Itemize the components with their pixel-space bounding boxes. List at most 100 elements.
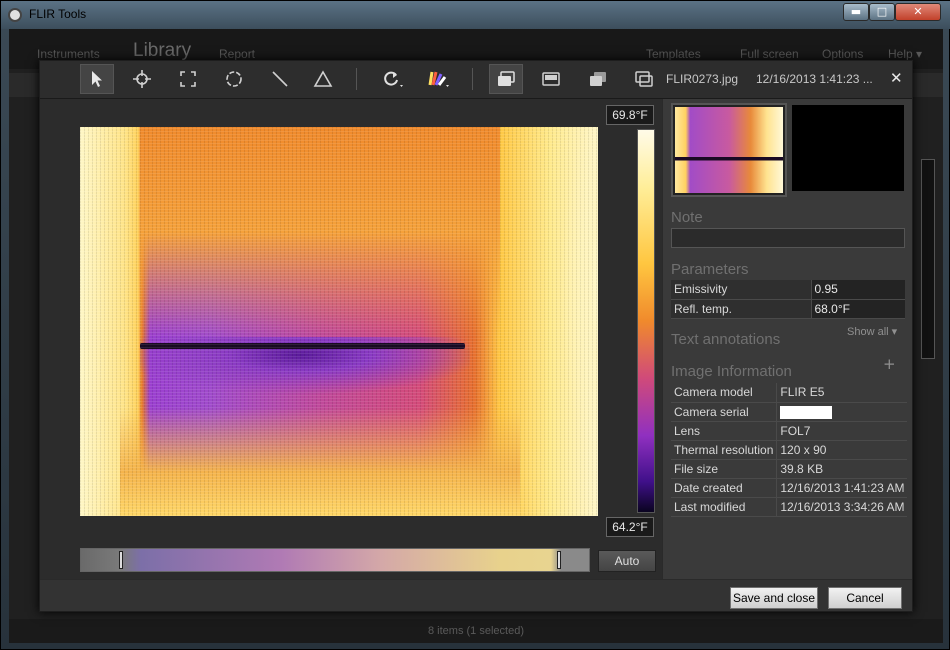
info-value: FOL7	[776, 421, 908, 441]
info-label: File size	[671, 459, 777, 479]
info-value: FLIR E5	[776, 383, 908, 403]
circle-area-icon	[226, 71, 242, 87]
select-arrow-button[interactable]	[80, 64, 114, 94]
table-row: File size 39.8 KB	[671, 459, 908, 479]
info-label: Thermal resolution	[671, 440, 777, 460]
pip-view-icon	[635, 71, 653, 87]
info-label: Last modified	[671, 497, 777, 517]
table-row: Camera model FLIR E5	[671, 383, 908, 403]
table-row: Date created 12/16/2013 1:41:23 AM	[671, 478, 908, 498]
toolbar-separator	[356, 68, 357, 90]
palette-button[interactable]	[422, 64, 456, 94]
view-visual-button[interactable]	[534, 64, 568, 94]
view-pip-button[interactable]	[627, 64, 661, 94]
note-title: Note	[671, 209, 703, 226]
flir-logo-icon	[8, 8, 22, 22]
max-temperature-label[interactable]: 69.8°F	[606, 105, 654, 125]
info-value: 39.8 KB	[776, 459, 908, 479]
temperature-scale-bar	[637, 129, 655, 513]
image-area: 69.8°F 64.2°F Auto	[40, 99, 662, 579]
info-label: Lens	[671, 421, 777, 441]
ir-thumbnail[interactable]	[671, 103, 787, 197]
add-annotation-icon[interactable]: +	[883, 355, 896, 373]
table-row: Camera serial	[671, 402, 908, 422]
view-ir-button[interactable]	[489, 64, 523, 94]
param-label: Refl. temp.	[671, 299, 811, 319]
editor-toolbar: FLIR0273.jpg 12/16/2013 1:41:23 ... ✕	[40, 61, 912, 99]
menu-templates[interactable]: Templates	[646, 47, 701, 61]
maximize-button[interactable]: □	[869, 3, 895, 21]
toolbar-separator	[472, 68, 473, 90]
file-name: FLIR0273.jpg	[666, 72, 739, 86]
spot-meter-button[interactable]	[125, 64, 159, 94]
info-value: 120 x 90	[776, 440, 908, 460]
table-row: Thermal resolution 120 x 90	[671, 440, 908, 460]
app-window: FLIR Tools ▬ □ ✕ Instruments Library Rep…	[0, 0, 950, 650]
crosshair-icon	[133, 70, 151, 88]
min-temperature-label[interactable]: 64.2°F	[606, 517, 654, 537]
histogram-range[interactable]	[80, 548, 590, 572]
menu-help[interactable]: Help ▾	[888, 47, 922, 61]
tab-library[interactable]: Library	[133, 40, 191, 62]
thermal-image[interactable]	[80, 127, 598, 516]
status-bar: 8 items (1 selected)	[9, 619, 943, 643]
histogram-right-handle[interactable]	[557, 551, 561, 569]
rotate-button[interactable]	[376, 64, 410, 94]
emissivity-field[interactable]: 0.95	[810, 280, 905, 300]
side-panel: Note Parameters Emissivity 0.95 Refl. te…	[662, 99, 912, 579]
table-row: Lens FOL7	[671, 421, 908, 441]
line-icon	[272, 71, 288, 87]
msx-view-icon	[590, 72, 606, 86]
info-label: Camera serial	[671, 402, 777, 422]
text-annotations-title: Text annotations	[671, 331, 781, 348]
show-all-button[interactable]: Show all ▾	[847, 325, 897, 338]
image-info-table: Camera model FLIR E5 Camera serial Lens FO…	[671, 383, 908, 517]
triangle-icon	[313, 70, 333, 87]
table-row: Refl. temp. 68.0°F	[671, 299, 905, 319]
table-row: Last modified 12/16/2013 3:34:26 AM	[671, 497, 908, 517]
info-label: Date created	[671, 478, 777, 498]
table-row: Emissivity 0.95	[671, 280, 905, 300]
close-dialog-button[interactable]: ✕	[890, 69, 903, 87]
visual-view-icon	[542, 72, 560, 86]
delta-button[interactable]	[306, 64, 340, 94]
info-value: 12/16/2013 1:41:23 AM	[776, 478, 908, 498]
save-and-close-button[interactable]: Save and close	[730, 587, 818, 609]
menu-fullscreen[interactable]: Full screen	[740, 47, 799, 61]
thumbnail-image	[675, 107, 783, 193]
parameters-table: Emissivity 0.95 Refl. temp. 68.0°F	[671, 280, 905, 319]
window-title: FLIR Tools	[29, 7, 87, 21]
image-info-title: Image Information	[671, 363, 792, 380]
tab-instruments[interactable]: Instruments	[37, 47, 100, 61]
title-bar: FLIR Tools ▬ □ ✕	[1, 1, 950, 29]
file-date: 12/16/2013 1:41:23 ...	[756, 72, 873, 86]
info-value	[776, 402, 908, 422]
view-msx-button[interactable]	[581, 64, 615, 94]
thermal-noise	[80, 127, 598, 516]
image-editor-dialog: FLIR0273.jpg 12/16/2013 1:41:23 ... ✕ 69…	[39, 60, 913, 612]
refl-temp-field[interactable]: 68.0°F	[810, 299, 905, 319]
background-scale	[921, 159, 935, 359]
dialog-footer: Save and close Cancel	[40, 579, 912, 611]
box-area-button[interactable]	[171, 64, 205, 94]
parameters-title: Parameters	[671, 261, 749, 278]
tab-report[interactable]: Report	[219, 47, 255, 61]
line-profile-button[interactable]	[263, 64, 297, 94]
redacted-serial	[780, 405, 833, 419]
minimize-button[interactable]: ▬	[843, 3, 869, 21]
param-label: Emissivity	[671, 280, 811, 300]
palette-icon	[428, 71, 449, 87]
menu-options[interactable]: Options	[822, 47, 863, 61]
info-label: Camera model	[671, 383, 777, 403]
arrow-cursor-icon	[92, 71, 102, 87]
visual-thumbnail[interactable]	[792, 105, 904, 191]
circle-area-button[interactable]	[217, 64, 251, 94]
rotate-icon	[384, 71, 403, 87]
info-value: 12/16/2013 3:34:26 AM	[776, 497, 908, 517]
cancel-button[interactable]: Cancel	[828, 587, 902, 609]
box-area-icon	[180, 71, 196, 87]
histogram-left-handle[interactable]	[119, 551, 123, 569]
note-input[interactable]	[671, 228, 905, 248]
auto-button[interactable]: Auto	[598, 550, 656, 572]
close-window-button[interactable]: ✕	[895, 3, 941, 21]
